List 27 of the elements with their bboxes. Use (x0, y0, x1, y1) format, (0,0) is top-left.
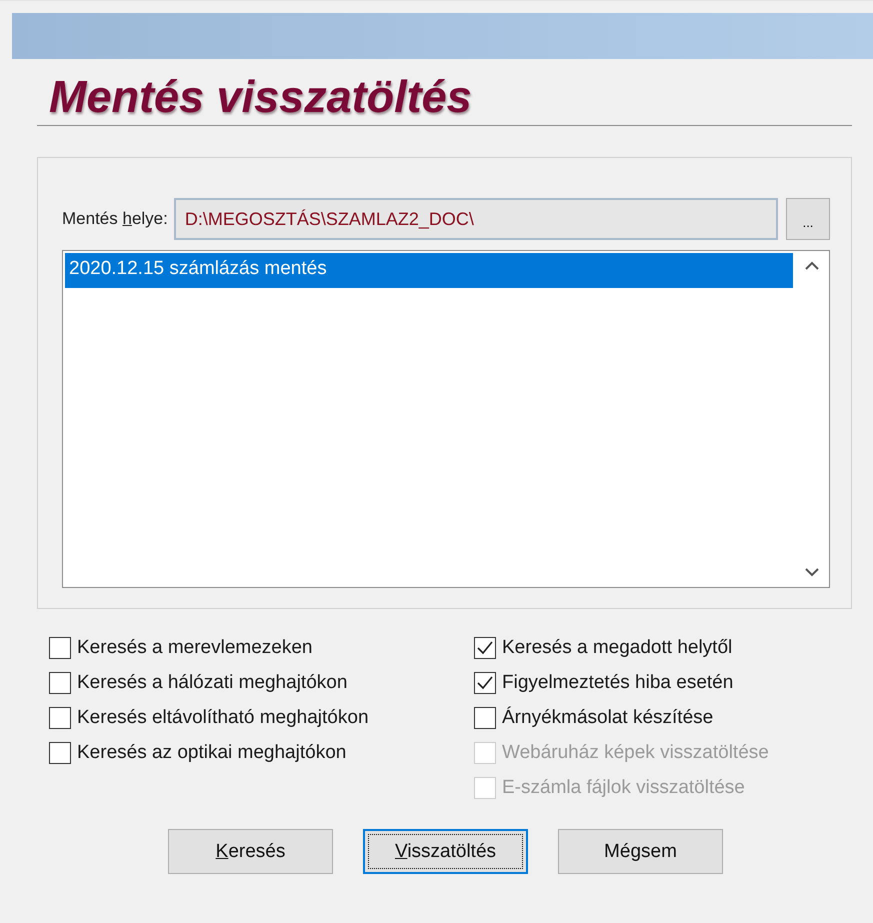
checkbox-label: Figyelmeztetés hiba esetén (502, 672, 734, 694)
dialog-button[interactable]: Mégsem (558, 829, 723, 874)
checkbox-label: E-számla fájlok visszatöltése (502, 777, 745, 799)
checkbox[interactable] (49, 637, 71, 659)
location-field[interactable]: D:\MEGOSZTÁS\SZAMLAZ2_DOC\ (174, 198, 778, 240)
checkbox[interactable] (474, 672, 496, 694)
checkbox-label: Webáruház képek visszatöltése (502, 742, 769, 764)
backup-list[interactable]: 2020.12.15 számlázás mentés (62, 250, 830, 588)
checkbox-label: Keresés a megadott helytől (502, 637, 732, 659)
checkbox-label: Árnyékmásolat készítése (502, 707, 714, 729)
checkbox[interactable] (49, 742, 71, 764)
checkbox-label: Keresés a hálózati meghajtókon (77, 672, 348, 694)
browse-button[interactable]: ... (786, 198, 830, 240)
dialog-button[interactable]: Visszatöltés (363, 829, 528, 874)
dialog-button[interactable]: Keresés (168, 829, 333, 874)
checkbox[interactable] (49, 672, 71, 694)
checkbox-label: Keresés az optikai meghajtókon (77, 742, 346, 764)
checkbox[interactable] (49, 707, 71, 729)
scroll-down-icon[interactable] (805, 567, 819, 577)
scroll-up-icon[interactable] (805, 261, 819, 271)
field-label: Mentés helye: (62, 209, 168, 229)
checkbox-label: Keresés a merevlemezeken (77, 637, 312, 659)
list-item[interactable]: 2020.12.15 számlázás mentés (65, 253, 793, 288)
dialog-title: Mentés visszatöltés (49, 71, 473, 123)
checkbox-label: Keresés eltávolítható meghajtókon (77, 707, 369, 729)
checkbox[interactable] (474, 637, 496, 659)
checkbox[interactable] (474, 707, 496, 729)
